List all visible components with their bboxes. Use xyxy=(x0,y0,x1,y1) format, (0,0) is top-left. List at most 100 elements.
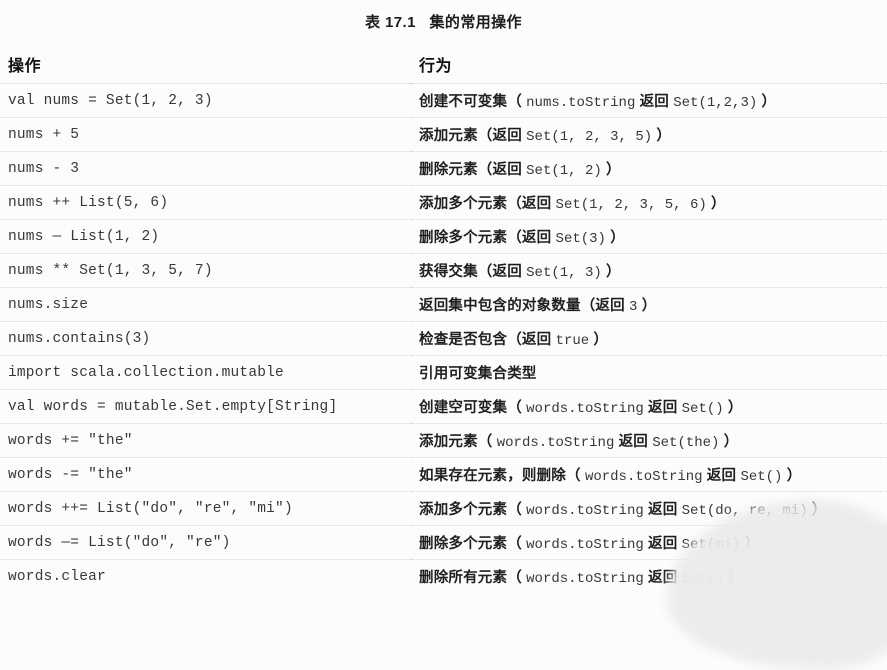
behavior-code: nums.toString xyxy=(526,95,636,111)
behavior-code: words.toString xyxy=(584,469,703,485)
behavior-text: ） xyxy=(811,502,827,518)
table-row: nums - 3 删除元素（返回 Set(1, 2) ） xyxy=(0,151,887,186)
behavior-text: 获得交集（返回 xyxy=(419,264,522,280)
behavior-text: ） xyxy=(723,434,739,450)
operation-cell: nums ++ List(5, 6) xyxy=(0,185,411,220)
behavior-code: Set(1, 2) xyxy=(526,163,602,179)
behavior-text: ） xyxy=(641,298,657,314)
behavior-cell: 创建不可变集（ nums.toString 返回 Set(1,2,3) ） xyxy=(411,83,887,118)
behavior-text: 返回集中包含的对象数量（返回 xyxy=(419,298,625,314)
behavior-code: words.toString xyxy=(526,503,644,519)
behavior-text: 添加多个元素（返回 xyxy=(419,196,552,212)
behavior-code: 3 xyxy=(629,299,638,315)
operation-cell: nums - 3 xyxy=(0,151,411,186)
column-header-behavior: 行为 xyxy=(419,58,453,75)
table-row: words -= "the" 如果存在元素，则删除（ words.toString… xyxy=(0,457,887,492)
behavior-cell: 添加多个元素（返回 Set(1, 2, 3, 5, 6) ） xyxy=(411,185,887,220)
behavior-cell: 创建空可变集（ words.toString 返回 Set() ） xyxy=(411,389,887,424)
behavior-text: 如果存在元素，则删除（ xyxy=(419,468,581,484)
behavior-cell: 获得交集（返回 Set(1, 3) ） xyxy=(411,253,887,288)
operation-cell: val words = mutable.Set.empty[String] xyxy=(0,389,411,424)
operation-cell: nums ** Set(1, 3, 5, 7) xyxy=(0,253,411,288)
behavior-text: ） xyxy=(656,128,672,144)
set-operations-table: 操作 行为 val nums = Set(1, 2, 3) 创建不可变集（ num… xyxy=(0,52,887,593)
behavior-text: 删除多个元素（返回 xyxy=(419,230,552,246)
operation-cell: nums.size xyxy=(0,287,411,322)
behavior-text: 返回 xyxy=(648,502,678,518)
table-row: words ++= List("do", "re", "mi") 添加多个元素（ … xyxy=(0,491,887,526)
behavior-text: ） xyxy=(711,196,726,212)
operation-cell: words.clear xyxy=(0,559,411,593)
behavior-cell: 引用可变集合类型 xyxy=(411,355,887,390)
operation-cell: nums — List(1, 2) xyxy=(0,219,411,254)
behavior-code: Set(1, 2, 3, 5, 6) xyxy=(555,197,707,213)
behavior-code: Set(mi) xyxy=(681,537,741,553)
behavior-text: ） xyxy=(727,570,743,586)
table-row: val words = mutable.Set.empty[String] 创建空… xyxy=(0,389,887,424)
operation-cell: val nums = Set(1, 2, 3) xyxy=(0,83,411,118)
behavior-code: Set(3) xyxy=(555,231,606,247)
behavior-code: Set(1, 3) xyxy=(526,265,602,281)
behavior-text: 添加元素（ xyxy=(419,434,493,450)
behavior-cell: 添加元素（返回 Set(1, 2, 3, 5) ） xyxy=(411,117,887,152)
table-header-row: 操作 行为 xyxy=(0,52,887,84)
behavior-code: Set() xyxy=(681,401,724,417)
operation-cell: words -= "the" xyxy=(0,457,411,492)
table-row: nums — List(1, 2) 删除多个元素（返回 Set(3) ） xyxy=(0,219,887,254)
behavior-text: ） xyxy=(786,468,802,484)
behavior-text: 删除多个元素（ xyxy=(419,536,522,552)
operation-cell: nums + 5 xyxy=(0,117,411,152)
table-row: words.clear 删除所有元素（ words.toString 返回 Set… xyxy=(0,559,887,593)
behavior-code: Set(1,2,3) xyxy=(673,95,758,111)
behavior-text: ） xyxy=(610,230,625,246)
table-body: val nums = Set(1, 2, 3) 创建不可变集（ nums.toSt… xyxy=(0,83,887,593)
behavior-cell: 检查是否包含（返回 true ） xyxy=(411,321,887,356)
behavior-cell: 删除所有元素（ words.toString 返回 Set() ） xyxy=(411,559,887,593)
operation-cell: words ++= List("do", "re", "mi") xyxy=(0,491,411,526)
behavior-text: 返回 xyxy=(706,468,737,484)
table-row: nums + 5 添加元素（返回 Set(1, 2, 3, 5) ） xyxy=(0,117,887,152)
behavior-code: words.toString xyxy=(526,537,644,553)
behavior-cell: 添加元素（ words.toString 返回 Set(the) ） xyxy=(411,423,887,458)
operation-cell: words += "the" xyxy=(0,423,411,458)
behavior-text: 添加元素（返回 xyxy=(419,128,522,144)
table-caption: 表 17.1 集的常用操作 xyxy=(365,14,522,31)
behavior-text: 返回 xyxy=(618,434,648,450)
behavior-text: ） xyxy=(727,400,743,416)
behavior-cell: 删除元素（返回 Set(1, 2) ） xyxy=(411,151,887,186)
behavior-text: 创建空可变集（ xyxy=(419,400,522,416)
behavior-text: 返回 xyxy=(648,536,678,552)
behavior-text: ） xyxy=(593,332,609,348)
behavior-text: ） xyxy=(761,94,777,110)
behavior-text: 返回 xyxy=(639,94,669,110)
operation-cell: import scala.collection.mutable xyxy=(0,355,411,390)
behavior-code: words.toString xyxy=(526,571,644,587)
behavior-cell: 删除多个元素（返回 Set(3) ） xyxy=(411,219,887,254)
behavior-text: ） xyxy=(606,162,621,178)
behavior-text: ） xyxy=(744,536,760,552)
behavior-text: 创建不可变集（ xyxy=(419,94,522,110)
table-row: words —= List("do", "re") 删除多个元素（ words.t… xyxy=(0,525,887,560)
table-row: words += "the" 添加元素（ words.toString 返回 Se… xyxy=(0,423,887,458)
behavior-code: Set(1, 2, 3, 5) xyxy=(526,129,653,145)
behavior-code: true xyxy=(555,333,590,349)
behavior-text: 检查是否包含（返回 xyxy=(419,332,552,348)
table-row: val nums = Set(1, 2, 3) 创建不可变集（ nums.toSt… xyxy=(0,83,887,118)
behavior-code: words.toString xyxy=(496,435,615,451)
behavior-text: ） xyxy=(606,264,621,280)
behavior-text: 返回 xyxy=(648,400,678,416)
behavior-text: 返回 xyxy=(648,570,678,586)
behavior-cell: 删除多个元素（ words.toString 返回 Set(mi) ） xyxy=(411,525,887,560)
behavior-code: words.toString xyxy=(526,401,644,417)
operation-cell: words —= List("do", "re") xyxy=(0,525,411,560)
scanned-page: 表 17.1 集的常用操作 操作 行为 val nums = Set(1, 2,… xyxy=(0,0,887,670)
column-header-operation: 操作 xyxy=(8,58,42,75)
behavior-text: 删除元素（返回 xyxy=(419,162,522,178)
behavior-code: Set(the) xyxy=(652,435,720,451)
table-row: nums.contains(3) 检查是否包含（返回 true ） xyxy=(0,321,887,356)
table-row: nums.size 返回集中包含的对象数量（返回 3 ） xyxy=(0,287,887,322)
operation-cell: nums.contains(3) xyxy=(0,321,411,356)
behavior-cell: 如果存在元素，则删除（ words.toString 返回 Set() ） xyxy=(411,457,887,492)
behavior-code: Set(do, re, mi) xyxy=(681,503,808,519)
behavior-cell: 添加多个元素（ words.toString 返回 Set(do, re, mi… xyxy=(411,491,887,526)
